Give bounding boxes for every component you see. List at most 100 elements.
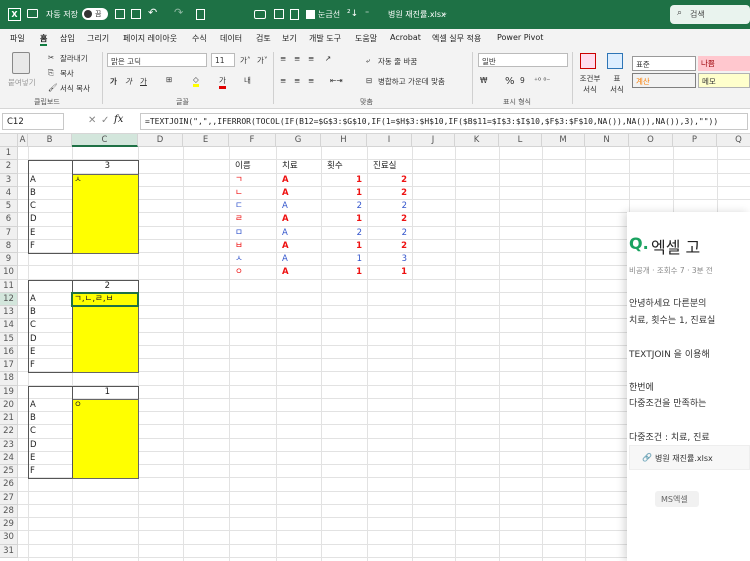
row-header-12[interactable]: 12 (0, 292, 18, 306)
table-room-cell[interactable]: 2 (367, 213, 409, 226)
table-treatment-cell[interactable]: A (280, 187, 320, 200)
save-icon[interactable] (115, 9, 125, 19)
table-format-icon[interactable] (607, 53, 623, 69)
row-header-29[interactable]: 29 (0, 518, 18, 532)
print-preview-icon[interactable] (274, 9, 284, 19)
row-header-16[interactable]: 16 (0, 345, 18, 359)
decrease-font-icon[interactable]: 가˅ (257, 55, 268, 66)
align-middle-icon[interactable]: ≡ (294, 54, 300, 63)
table-header[interactable]: 이름 (233, 160, 273, 173)
row-header-30[interactable]: 30 (0, 531, 18, 545)
result-cell[interactable]: ㅇ (72, 399, 136, 412)
table-treatment-cell[interactable]: A (280, 227, 320, 240)
table-room-cell[interactable]: 2 (367, 187, 409, 200)
underline-icon[interactable]: 가 (140, 76, 147, 87)
table-name-cell[interactable]: ㅂ (233, 240, 273, 253)
table-treatment-cell[interactable]: A (280, 266, 320, 279)
row-header-14[interactable]: 14 (0, 319, 18, 333)
treatment-label[interactable]: D (28, 439, 68, 452)
customize-qat-icon[interactable]: ⁼ (365, 9, 369, 18)
cancel-icon[interactable]: ✕ (88, 115, 96, 126)
confirm-icon[interactable]: ✓ (101, 115, 109, 126)
tab-data[interactable]: 데이터 (220, 33, 242, 44)
treatment-label[interactable]: C (28, 200, 68, 213)
font-color-icon[interactable]: 가 (219, 75, 226, 89)
blog-post-panel[interactable]: Q. 엑셀 고 비공개 · 조회수 7 · 3분 전 안녕하세요 다른분의 치료… (627, 212, 750, 561)
row-header-21[interactable]: 21 (0, 412, 18, 426)
row-header-1[interactable]: 1 (0, 147, 18, 161)
result-cell[interactable]: ㅅ (72, 174, 136, 187)
phonetic-icon[interactable]: 내 (244, 75, 251, 86)
row-header-9[interactable]: 9 (0, 253, 18, 267)
column-header-i[interactable]: I (367, 134, 412, 147)
table-room-cell[interactable]: 1 (367, 266, 409, 279)
wrap-text-button[interactable]: 자동 줄 바꿈 (378, 56, 417, 67)
decimal-icons[interactable]: ⁺⁰ ⁰⁻ (534, 76, 550, 85)
column-header-n[interactable]: N (585, 134, 629, 147)
tab-insert[interactable]: 삽입 (60, 33, 75, 44)
number-format-select[interactable]: 일반 (478, 53, 568, 67)
table-name-cell[interactable]: ㅅ (233, 253, 273, 266)
search-box[interactable]: ⌕ 검색 (670, 5, 750, 24)
table-treatment-cell[interactable]: A (280, 253, 320, 266)
merge-center-button[interactable]: 병합하고 가운데 맞춤 (378, 76, 445, 87)
table-room-cell[interactable]: 2 (367, 227, 409, 240)
clipboard-icon[interactable] (12, 52, 30, 74)
column-header-g[interactable]: G (276, 134, 321, 147)
folder-icon[interactable] (27, 9, 38, 18)
file-name[interactable]: 병원 재진률.xlsx (388, 9, 446, 20)
fill-color-icon[interactable]: ◇ (193, 75, 199, 87)
treatment-label[interactable]: D (28, 213, 68, 226)
table-treatment-cell[interactable]: A (280, 200, 320, 213)
row-header-28[interactable]: 28 (0, 504, 18, 518)
column-header-a[interactable]: A (18, 134, 28, 147)
row-header-19[interactable]: 19 (0, 385, 18, 399)
treatment-label[interactable]: F (28, 359, 68, 372)
sort-icon[interactable]: ²↓ (347, 9, 358, 19)
table-count-cell[interactable]: 1 (321, 266, 364, 279)
align-center-icon[interactable]: ≡ (294, 76, 300, 85)
treatment-label[interactable]: A (28, 174, 68, 187)
column-header-c[interactable]: C (72, 134, 138, 147)
column-header-h[interactable]: H (321, 134, 367, 147)
table-count-cell[interactable]: 2 (321, 227, 364, 240)
increase-font-icon[interactable]: 가˄ (240, 55, 251, 66)
format-painter-button[interactable]: 서식 복사 (60, 83, 90, 94)
treatment-label[interactable]: B (28, 187, 68, 200)
indent-icon[interactable]: ⇤⇥ (330, 76, 343, 85)
row-header-18[interactable]: 18 (0, 372, 18, 386)
treatment-label[interactable]: B (28, 412, 68, 425)
row-header-7[interactable]: 7 (0, 226, 18, 240)
formula-input[interactable]: =TEXTJOIN(",",,IFERROR(TOCOL(IF(B12=$G$3… (140, 113, 748, 130)
cut-button[interactable]: 잘라내기 (60, 53, 88, 64)
pdf-icon[interactable] (290, 9, 299, 20)
tab-help[interactable]: 도움말 (355, 33, 377, 44)
treatment-label[interactable]: A (28, 293, 68, 306)
treatment-label[interactable]: E (28, 227, 68, 240)
row-header-27[interactable]: 27 (0, 491, 18, 505)
table-name-cell[interactable]: ㅁ (233, 227, 273, 240)
table-count-cell[interactable]: 1 (321, 187, 364, 200)
paste-button[interactable]: 붙여넣기 (8, 77, 36, 88)
column-header-j[interactable]: J (412, 134, 455, 147)
attachment-card[interactable]: 🔗 병원 재진률.xlsx (629, 445, 750, 470)
row-header-24[interactable]: 24 (0, 451, 18, 465)
column-header-o[interactable]: O (629, 134, 673, 147)
treatment-label[interactable]: F (28, 240, 68, 253)
treatment-label[interactable]: B (28, 306, 68, 319)
tab-excel-practice[interactable]: 엑셀 실무 적용 (432, 33, 481, 44)
treatment-label[interactable]: D (28, 333, 68, 346)
treatment-label[interactable]: E (28, 452, 68, 465)
table-count-cell[interactable]: 1 (321, 240, 364, 253)
row-header-10[interactable]: 10 (0, 266, 18, 280)
table-header[interactable]: 진료실 (371, 160, 411, 173)
column-header-p[interactable]: P (673, 134, 717, 147)
row-header-23[interactable]: 23 (0, 438, 18, 452)
redo-icon[interactable]: ↷ (174, 6, 183, 19)
chevron-down-icon[interactable]: ⌄ (442, 9, 448, 17)
table-format-button[interactable]: 표 서식 (609, 73, 625, 95)
align-right-icon[interactable]: ≡ (308, 76, 314, 85)
table-count-cell[interactable]: 1 (321, 213, 364, 226)
table-treatment-cell[interactable]: A (280, 213, 320, 226)
column-header-b[interactable]: B (28, 134, 72, 147)
